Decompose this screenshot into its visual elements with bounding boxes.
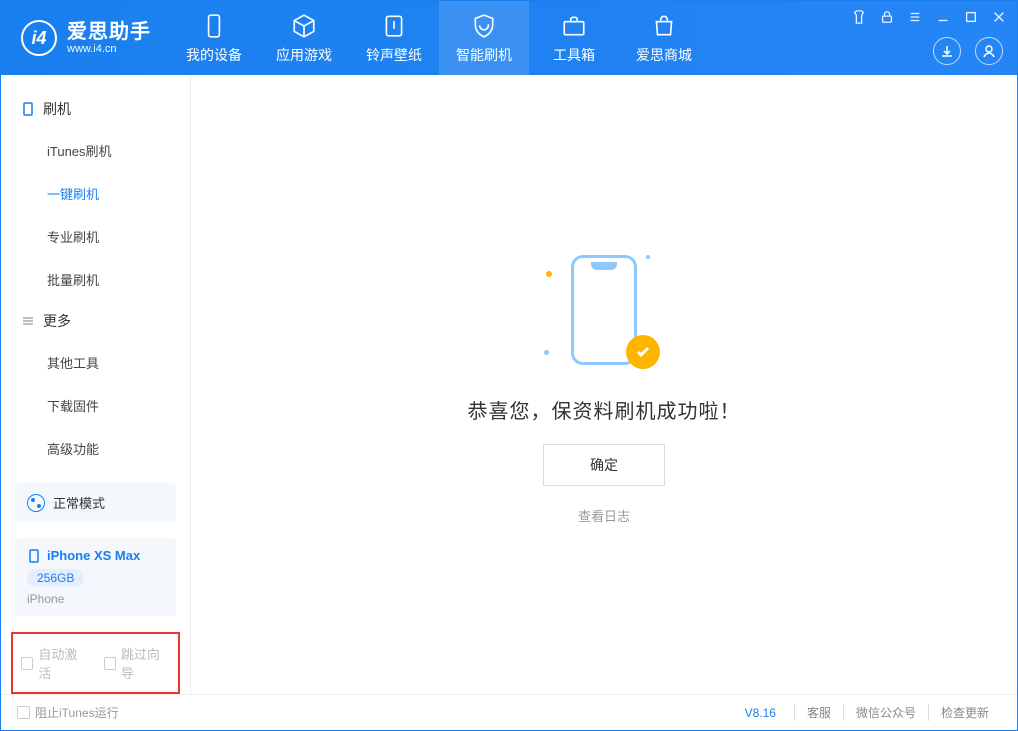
shield-refresh-icon [470,12,498,40]
tab-label: 爱思商城 [636,45,692,65]
sidebar-item-batch-flash[interactable]: 批量刷机 [1,258,190,301]
phone-small-icon [21,102,35,116]
tab-toolbox[interactable]: 工具箱 [529,1,619,75]
hamburger-icon [21,314,35,328]
user-button[interactable] [975,37,1003,65]
ok-button[interactable]: 确定 [543,444,665,486]
device-box[interactable]: iPhone XS Max 256GB iPhone [15,538,176,616]
sidebar-item-itunes-flash[interactable]: iTunes刷机 [1,129,190,172]
checkbox-label: 自动激活 [38,644,87,682]
lock-icon[interactable] [879,9,895,25]
tab-my-device[interactable]: 我的设备 [169,1,259,75]
success-message: 恭喜您，保资料刷机成功啦！ [468,395,741,424]
download-button[interactable] [933,37,961,65]
app-window: i4 爱思助手 www.i4.cn 我的设备 应用游戏 铃声壁纸 智能刷机 [0,0,1018,731]
app-name: 爱思助手 [67,21,151,43]
music-note-icon [380,12,408,40]
view-log-link[interactable]: 查看日志 [578,506,630,525]
sidebar: 刷机 iTunes刷机 一键刷机 专业刷机 批量刷机 更多 其他工具 下载固件 … [1,75,191,694]
app-url: www.i4.cn [67,43,151,55]
sidebar-group-label: 刷机 [43,99,71,119]
checkbox-icon [21,657,33,670]
success-illustration [544,245,664,375]
checkbox-block-itunes[interactable]: 阻止iTunes运行 [17,704,119,721]
maximize-icon[interactable] [963,9,979,25]
sidebar-item-advanced[interactable]: 高级功能 [1,427,190,470]
device-name: iPhone XS Max [47,548,140,563]
footer-link-support[interactable]: 客服 [794,704,843,721]
tab-label: 铃声壁纸 [366,45,422,65]
checkbox-skip-guide[interactable]: 跳过向导 [104,644,171,682]
tab-smart-flash[interactable]: 智能刷机 [439,1,529,75]
mode-label: 正常模式 [53,493,105,512]
tab-label: 工具箱 [553,45,595,65]
sidebar-item-pro-flash[interactable]: 专业刷机 [1,215,190,258]
highlighted-options: 自动激活 跳过向导 [11,632,180,694]
main-tabs: 我的设备 应用游戏 铃声壁纸 智能刷机 工具箱 爱思商城 [169,1,709,75]
footer: 阻止iTunes运行 V8.16 客服 微信公众号 检查更新 [1,694,1017,730]
checkbox-label: 阻止iTunes运行 [35,704,119,721]
tab-label: 智能刷机 [456,45,512,65]
sidebar-group-more: 更多 [1,301,190,341]
close-icon[interactable] [991,9,1007,25]
app-body: 刷机 iTunes刷机 一键刷机 专业刷机 批量刷机 更多 其他工具 下载固件 … [1,75,1017,694]
window-controls [851,9,1007,25]
cube-icon [290,12,318,40]
sidebar-group-flash: 刷机 [1,89,190,129]
device-capacity: 256GB [27,569,84,587]
app-logo: i4 爱思助手 www.i4.cn [1,20,169,56]
sidebar-item-other-tools[interactable]: 其他工具 [1,341,190,384]
device-phone-icon [27,549,41,563]
tshirt-icon[interactable] [851,9,867,25]
sidebar-group-label: 更多 [43,311,71,331]
titlebar: i4 爱思助手 www.i4.cn 我的设备 应用游戏 铃声壁纸 智能刷机 [1,1,1017,75]
tab-store[interactable]: 爱思商城 [619,1,709,75]
phone-icon [200,12,228,40]
sidebar-item-oneclick-flash[interactable]: 一键刷机 [1,172,190,215]
tab-label: 应用游戏 [276,45,332,65]
checkbox-icon [104,657,116,670]
main-content: 恭喜您，保资料刷机成功啦！ 确定 查看日志 [191,75,1017,694]
tab-ringtones-wallpapers[interactable]: 铃声壁纸 [349,1,439,75]
bag-icon [650,12,678,40]
normal-mode-icon [27,494,45,512]
footer-link-wechat[interactable]: 微信公众号 [843,704,928,721]
footer-link-update[interactable]: 检查更新 [928,704,1001,721]
tab-apps-games[interactable]: 应用游戏 [259,1,349,75]
minimize-icon[interactable] [935,9,951,25]
header-right-buttons [933,37,1003,65]
checkmark-badge-icon [626,335,660,369]
menu-icon[interactable] [907,9,923,25]
checkbox-icon [17,706,30,719]
logo-icon: i4 [21,20,57,56]
sidebar-item-download-firmware[interactable]: 下载固件 [1,384,190,427]
device-type: iPhone [27,592,164,606]
checkbox-label: 跳过向导 [121,644,170,682]
mode-box[interactable]: 正常模式 [15,483,176,522]
checkbox-auto-activate[interactable]: 自动激活 [21,644,88,682]
tab-label: 我的设备 [186,45,242,65]
version-label: V8.16 [745,706,776,720]
briefcase-icon [560,12,588,40]
